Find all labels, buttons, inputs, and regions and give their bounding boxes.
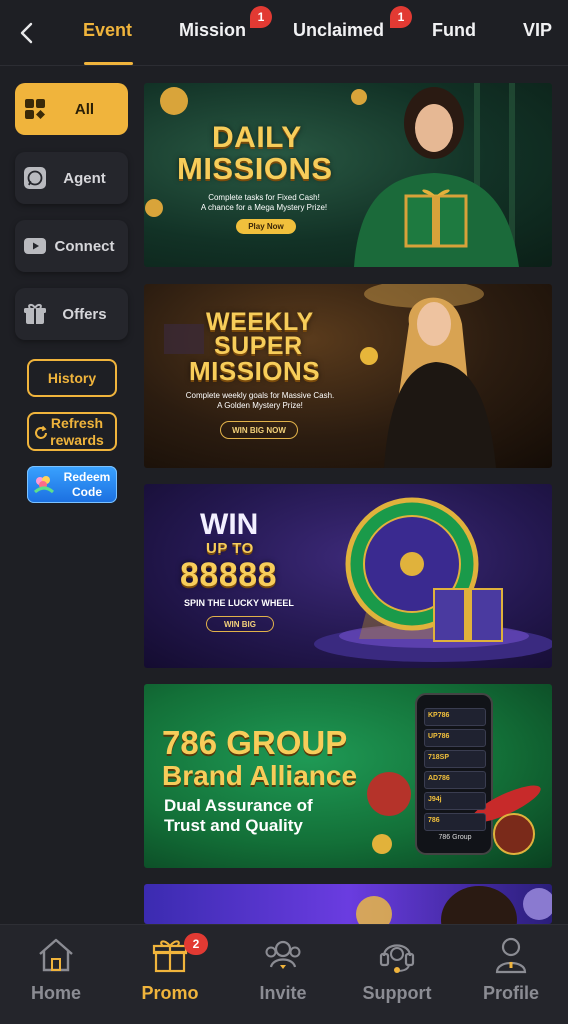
brand-alliance-banner[interactable]: KP786 UP786 718SP AD786 J94j 786 786 Gro… (144, 684, 552, 868)
whatsapp-icon (23, 166, 47, 190)
redeem-label-line2: Code (72, 484, 102, 499)
wheel-subtitle: SPIN THE LUCKY WHEEL (184, 598, 294, 608)
nav-promo[interactable]: 2 Promo (120, 933, 220, 1015)
nav-home[interactable]: Home (6, 935, 106, 1015)
win-big-now-button[interactable]: WIN BIG NOW (220, 421, 298, 439)
partial-banner[interactable] (144, 884, 552, 924)
tab-mission[interactable]: Mission (179, 20, 246, 41)
nav-invite-label: Invite (259, 983, 307, 1003)
wheel-title-win: WIN (200, 508, 259, 541)
sidebar-item-label: All (74, 100, 95, 118)
tab-unclaimed[interactable]: Unclaimed (293, 20, 384, 41)
banner-art-partial (356, 886, 552, 924)
back-button[interactable] (12, 18, 40, 48)
refresh-icon (35, 425, 47, 439)
sidebar-item-offers[interactable]: Offers (15, 288, 128, 340)
weekly-subtitle-2: A Golden Mystery Prize! (217, 401, 303, 410)
group-subtitle: Brand Alliance (162, 760, 358, 791)
refresh-label-line2: rewards (50, 431, 104, 448)
app-list-item: J94j (424, 792, 486, 810)
nav-promo-label: Promo (141, 983, 199, 1003)
nav-home-label: Home (30, 983, 81, 1003)
unclaimed-count-badge: 1 (390, 6, 412, 28)
gift-icon (152, 935, 188, 975)
app-list-item: KP786 (424, 708, 486, 726)
active-tab-indicator (84, 62, 133, 65)
chevron-left-icon (20, 22, 33, 44)
profile-icon (493, 935, 529, 975)
gift-icon (23, 302, 47, 326)
sidebar-item-label: Connect (54, 237, 115, 255)
lucky-wheel-banner[interactable]: WIN UP TO 88888 SPIN THE LUCKY WHEEL WIN… (144, 484, 552, 668)
sidebar-item-label: Offers (62, 305, 107, 323)
promo-count-badge: 2 (184, 933, 208, 955)
home-icon (37, 935, 75, 975)
daily-subtitle-1: Complete tasks for Fixed Cash! (208, 193, 320, 202)
nav-profile[interactable]: Profile (461, 935, 561, 1015)
app-list-item: UP786 (424, 729, 486, 747)
nav-profile-label: Profile (482, 983, 539, 1003)
tab-event[interactable]: Event (83, 20, 132, 41)
grid-icon (23, 97, 47, 121)
sidebar-item-agent[interactable]: Agent (15, 152, 128, 204)
nav-support-label: Support (362, 983, 432, 1003)
daily-title-line2: MISSIONS (177, 151, 333, 186)
flower-icon (34, 475, 54, 493)
refresh-rewards-button[interactable]: Refresh rewards (27, 412, 117, 451)
phone-app-list: KP786 UP786 718SP AD786 J94j 786 786 Gro… (424, 708, 486, 841)
nav-invite[interactable]: Invite (233, 935, 333, 1015)
youtube-icon (23, 234, 47, 258)
phone-label: 786 Group (438, 834, 472, 841)
redeem-label-line1: Redeem (63, 469, 111, 484)
bottom-nav: Home 2 Promo Invite Support Profile (0, 924, 568, 1024)
redeem-code-button[interactable]: Redeem Code (27, 466, 117, 503)
refresh-label-line1: Refresh (50, 414, 104, 431)
weekly-missions-banner[interactable]: WEEKLY SUPER MISSIONS Complete weekly go… (144, 284, 552, 468)
mission-count-badge: 1 (250, 6, 272, 28)
daily-missions-banner[interactable]: DAILY MISSIONS Complete tasks for Fixed … (144, 83, 552, 267)
daily-subtitle-2: A chance for a Mega Mystery Prize! (200, 203, 328, 212)
headset-icon (378, 935, 416, 975)
tab-fund[interactable]: Fund (432, 20, 476, 41)
weekly-subtitle-1: Complete weekly goals for Massive Cash. (185, 391, 335, 400)
app-list-item: 786 (424, 813, 486, 831)
group-title: 786 GROUP (162, 724, 348, 761)
wheel-title-up-to: UP TO (206, 540, 254, 557)
app-list-item: AD786 (424, 771, 486, 789)
app-list-item: 718SP (424, 750, 486, 768)
history-button[interactable]: History (27, 359, 117, 397)
wheel-amount: 88888 (180, 556, 278, 594)
weekly-title-line3: MISSIONS (189, 356, 321, 386)
play-now-button[interactable]: Play Now (236, 219, 296, 234)
tab-vip[interactable]: VIP (523, 20, 552, 41)
nav-support[interactable]: Support (347, 935, 447, 1015)
sidebar-item-connect[interactable]: Connect (15, 220, 128, 272)
group-tagline-1: Dual Assurance of (164, 796, 313, 815)
sidebar-item-all[interactable]: All (15, 83, 128, 135)
win-big-button[interactable]: WIN BIG (206, 616, 274, 632)
sidebar-item-label: Agent (63, 169, 106, 187)
invite-icon (263, 935, 303, 975)
top-tab-bar: Event Mission 1 Unclaimed 1 Fund VIP (0, 0, 568, 66)
daily-title-line1: DAILY (212, 121, 302, 154)
group-tagline-2: Trust and Quality (164, 816, 303, 835)
